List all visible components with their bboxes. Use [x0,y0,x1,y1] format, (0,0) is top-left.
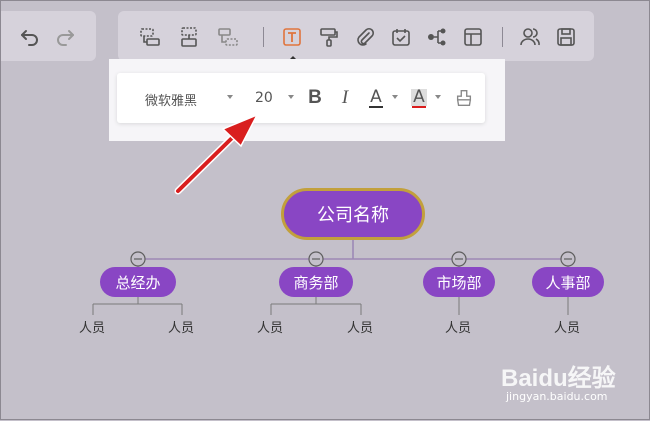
subtopic-staff[interactable]: 人员 [554,317,580,336]
subtopic-staff[interactable]: 人员 [445,317,471,336]
subtopic-staff[interactable]: 人员 [79,317,105,336]
topic-marketing-dept[interactable]: 市场部 [423,267,495,297]
topic-general-office[interactable]: 总经办 [100,267,176,297]
subtopic-staff[interactable]: 人员 [168,317,194,336]
watermark-url: jingyan.baidu.com [506,390,608,403]
watermark-brand: Baidu经验 [501,364,616,392]
topic-hr-dept[interactable]: 人事部 [532,267,604,297]
subtopic-staff[interactable]: 人员 [347,317,373,336]
subtopic-staff[interactable]: 人员 [257,317,283,336]
topic-business-dept[interactable]: 商务部 [279,267,353,297]
root-topic[interactable]: 公司名称 [281,188,425,240]
